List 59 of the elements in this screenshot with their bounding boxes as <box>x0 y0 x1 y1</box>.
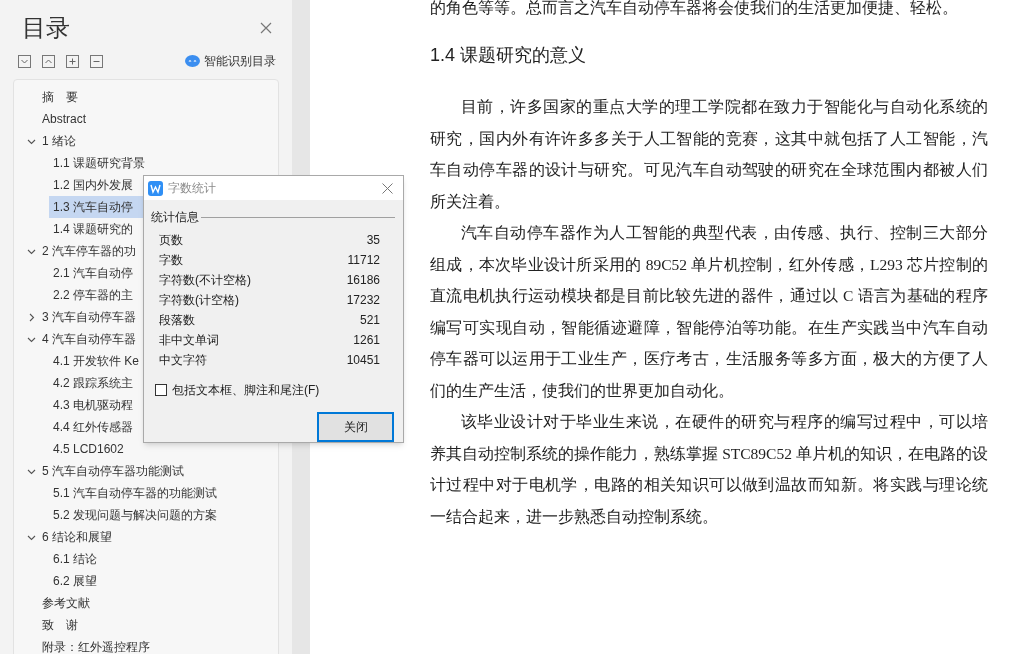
collapse-all-icon[interactable] <box>42 54 55 68</box>
close-icon[interactable] <box>382 182 393 194</box>
body-paragraph: 目前，许多国家的重点大学的理工学院都在致力于智能化与自动化系统的研究，国内外有许许多多关于人工智能的竞赛，这其中就包括了人工智能，汽车自动停车器的设计与研究。可见汽车自动驾驶的研究在全球范围内都被人们所关注着。 <box>430 97 988 212</box>
outline-item[interactable]: 5 汽车自动停车器功能测试 <box>42 460 184 482</box>
outline-item[interactable]: 摘 要 <box>42 86 78 108</box>
outline-item[interactable]: 4.2 跟踪系统主 <box>53 372 133 394</box>
outline-item[interactable]: Abstract <box>42 108 86 130</box>
checkbox[interactable] <box>155 384 167 396</box>
outline-item[interactable]: 4.4 红外传感器 <box>53 416 133 438</box>
outline-item[interactable]: 4 汽车自动停车器 <box>42 328 136 350</box>
stat-value: 1261 <box>353 332 380 349</box>
outline-item[interactable]: 1.1 课题研究背景 <box>53 152 145 174</box>
stat-value: 10451 <box>346 352 380 369</box>
outline-item[interactable]: 3 汽车自动停车器 <box>42 306 136 328</box>
outline-item[interactable]: 5.2 发现问题与解决问题的方案 <box>53 504 217 526</box>
outline-item[interactable]: 5.1 汽车自动停车器的功能测试 <box>53 482 217 504</box>
close-icon[interactable] <box>260 22 272 34</box>
outline-item[interactable]: 6.2 展望 <box>53 570 97 592</box>
outline-item[interactable]: 6 结论和展望 <box>42 526 112 548</box>
body-paragraph: 汽车自动停车器作为人工智能的典型代表，由传感、执行、控制三大部分组成，本次毕业设计所采用的 89C52 单片机控制，红外传感，L293 芯片控制的直流电机执行运动模块都是目前比较先进的器件，通过以 C 语言为基础的程序编写可实现自动，智能循迹避障，智能停泊等功能。在生产实践当中汽车自动停车器可以运用于工业生产，医疗考古，生活服务等多方面，极大的方便了人们的生产生活，使我们的世界更加自动化。 <box>430 223 988 401</box>
plus-icon[interactable] <box>66 54 79 68</box>
outline-item[interactable]: 4.3 电机驱动程 <box>53 394 133 416</box>
stat-label: 中文字符 <box>159 352 207 369</box>
stat-value: 11712 <box>347 252 380 269</box>
minus-icon[interactable] <box>90 54 103 68</box>
outline-item[interactable]: 2.1 汽车自动停 <box>53 262 133 284</box>
outline-item[interactable]: 参考文献 <box>42 592 90 614</box>
stat-value: 521 <box>359 312 380 329</box>
outline-item[interactable]: 4.5 LCD1602 <box>53 438 124 460</box>
outline-item[interactable]: 2.2 停车器的主 <box>53 284 133 306</box>
outline-item[interactable]: 4.1 开发软件 Ke <box>53 350 140 372</box>
stat-label: 字符数(不计空格) <box>159 272 251 289</box>
chevron-right-icon[interactable] <box>27 312 36 322</box>
stat-label: 非中文单词 <box>159 332 219 349</box>
body-text: 的角色等等。总而言之汽车自动停车器将会使我们的生活更加便捷、轻松。 <box>430 0 958 16</box>
app-logo-icon <box>148 180 163 196</box>
outline-item[interactable]: 6.1 结论 <box>53 548 97 570</box>
stat-value: 16186 <box>346 272 380 289</box>
expand-all-icon[interactable] <box>18 54 31 68</box>
outline-item[interactable]: 1.4 课题研究的 <box>53 218 133 240</box>
section-heading: 1.4 课题研究的意义 <box>430 44 587 67</box>
dialog-title: 字数统计 <box>168 180 216 197</box>
robot-icon <box>185 55 200 67</box>
stat-label: 字符数(计空格) <box>159 292 239 309</box>
stat-label: 段落数 <box>159 312 195 329</box>
close-button[interactable]: 关闭 <box>317 412 394 442</box>
stat-label: 页数 <box>159 232 183 249</box>
stat-label: 字数 <box>159 252 183 269</box>
outline-item[interactable]: 附录：红外遥控程序 <box>42 636 150 654</box>
checkbox-label[interactable]: 包括文本框、脚注和尾注(F) <box>172 381 320 399</box>
outline-item[interactable]: 1.2 国内外发展 <box>53 174 133 196</box>
stat-value: 35 <box>366 232 380 249</box>
stat-value: 17232 <box>346 292 380 309</box>
outline-item[interactable]: 1 绪论 <box>42 130 76 152</box>
outline-item[interactable]: 致 谢 <box>42 614 78 636</box>
outline-item[interactable]: 2 汽车停车器的功 <box>42 240 136 262</box>
panel-title: 目录 <box>22 13 70 43</box>
smart-recognize-button[interactable]: 智能识别目录 <box>185 52 276 70</box>
body-paragraph: 该毕业设计对于毕业生来说，在硬件的研究与程序的编写过程中，可以培养其自动控制系统的操作能力，熟练掌握 STC89C52 单片机的知识，在电路的设计过程中对于电机学，电路的相关知识可以做到温故而知新。将实践与理论统一结合起来，进一步熟悉自动控制系统。 <box>430 412 988 527</box>
